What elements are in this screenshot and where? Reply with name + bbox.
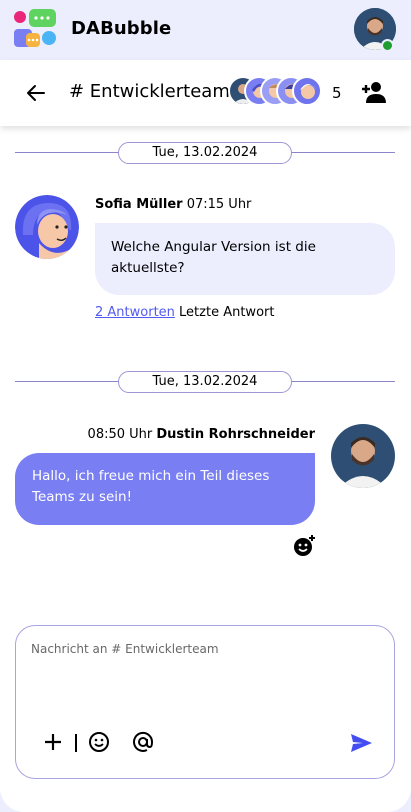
- smiley-icon[interactable]: [87, 730, 111, 754]
- member-count: 5: [332, 84, 342, 102]
- top-bar: DABubble: [0, 0, 411, 60]
- message-composer: [15, 625, 395, 779]
- message-time: 08:50 Uhr: [87, 427, 153, 442]
- message-time: 07:15 Uhr: [186, 197, 252, 212]
- plus-icon[interactable]: [41, 730, 65, 754]
- message-bubble: Welche Angular Version ist die aktuellst…: [95, 223, 395, 295]
- message-meta: 08:50 Uhr Dustin Rohrschneider: [88, 427, 315, 442]
- channel-name[interactable]: # Entwicklerteam: [69, 81, 230, 102]
- send-icon[interactable]: [348, 730, 374, 756]
- own-avatar[interactable]: [331, 424, 395, 488]
- at-icon[interactable]: [131, 730, 155, 754]
- date-divider: Tue, 13.02.2024: [15, 371, 395, 393]
- date-label: Tue, 13.02.2024: [118, 142, 292, 164]
- back-arrow-icon[interactable]: [24, 81, 48, 105]
- date-label: Tue, 13.02.2024: [118, 371, 292, 393]
- add-member-icon[interactable]: [361, 79, 387, 105]
- toolbar-separator: [75, 734, 77, 752]
- online-status-dot: [381, 39, 394, 52]
- thread-replies: 2 Antworten Letzte Antwort: [95, 305, 274, 320]
- sender-name[interactable]: Sofia Müller: [95, 197, 183, 212]
- channel-members[interactable]: [228, 76, 324, 108]
- member-avatar-5: [292, 76, 322, 106]
- channel-header: # Entwicklerteam 5: [0, 60, 411, 126]
- dabubble-logo: [14, 9, 56, 47]
- replies-link[interactable]: 2 Antworten: [95, 305, 175, 320]
- add-reaction-icon[interactable]: [292, 534, 316, 558]
- sender-name[interactable]: Dustin Rohrschneider: [156, 427, 315, 442]
- last-reply-label: Letzte Antwort: [179, 305, 275, 320]
- message-input[interactable]: [31, 642, 381, 702]
- date-divider: Tue, 13.02.2024: [15, 142, 395, 164]
- channel-panel: # Entwicklerteam 5 Tue, 13.02.2024 Sofia…: [0, 60, 411, 812]
- message-meta: Sofia Müller 07:15 Uhr: [95, 197, 251, 212]
- message-bubble: Hallo, ich freue mich ein Teil dieses Te…: [15, 453, 315, 525]
- sender-avatar[interactable]: [15, 195, 79, 259]
- app-name: DABubble: [71, 18, 172, 39]
